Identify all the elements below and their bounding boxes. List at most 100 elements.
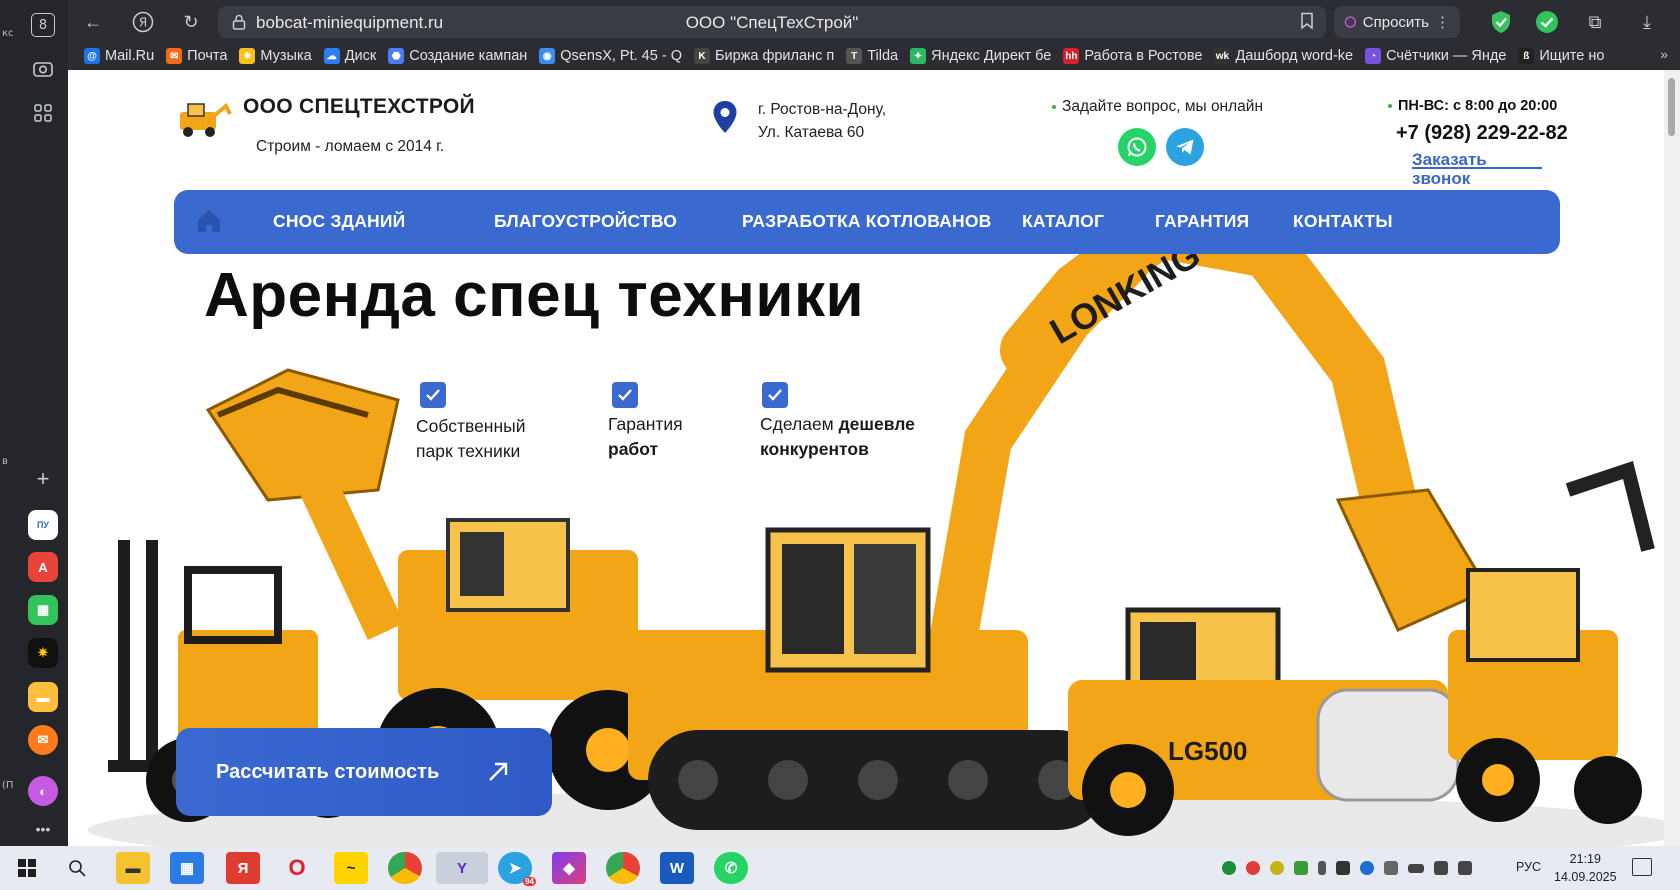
ask-alice-button[interactable]: Спросить ⋮ bbox=[1334, 6, 1460, 38]
collections-icon[interactable]: ⧉ bbox=[1582, 9, 1608, 35]
alice-icon[interactable]: ◐ bbox=[28, 776, 58, 806]
bookmark-item[interactable]: K Биржа фриланс п bbox=[690, 44, 842, 68]
widgets-icon[interactable]: ▦ bbox=[28, 595, 58, 625]
protect-shield-icon[interactable] bbox=[1488, 9, 1514, 35]
file-explorer-icon[interactable]: ▬ bbox=[116, 852, 150, 884]
nav-contacts[interactable]: КОНТАКТЫ bbox=[1293, 211, 1393, 232]
battery-icon[interactable] bbox=[1408, 863, 1424, 873]
bookmark-item[interactable]: ß Ищите но bbox=[1514, 44, 1612, 68]
back-icon[interactable]: ← bbox=[78, 8, 108, 36]
phone-number[interactable]: +7 (928) 229-22-82 bbox=[1396, 122, 1568, 145]
sidebar-app-icon[interactable]: ПУ bbox=[28, 510, 58, 540]
notifications-icon[interactable] bbox=[1632, 858, 1652, 876]
feature-3-line-1-bold: дешевле bbox=[838, 414, 915, 434]
page-title: ООО "СпецТехСтрой" bbox=[685, 13, 859, 32]
add-icon[interactable]: + bbox=[28, 464, 58, 494]
design-app-icon[interactable]: ◆ bbox=[552, 852, 586, 884]
windows-taskbar: ▬ ▦ Я O ~ Y 94 ➤ ◆ W ✆ РУС 21:19 14.09.20… bbox=[0, 846, 1680, 890]
telegram-taskbar-icon[interactable]: 94 ➤ bbox=[498, 852, 536, 886]
translate-icon[interactable]: A bbox=[28, 552, 58, 582]
windows-start-icon[interactable] bbox=[10, 852, 44, 884]
bookmark-label: Яндекс Директ бе bbox=[931, 48, 1052, 64]
main-navigation: СНОС ЗДАНИЙ БЛАГОУСТРОЙСТВО РАЗРАБОТКА К… bbox=[174, 190, 1560, 254]
wifi-icon[interactable] bbox=[1434, 861, 1448, 875]
bookmark-item[interactable]: ✉ Почта bbox=[162, 44, 235, 68]
store-icon[interactable]: ▦ bbox=[170, 852, 204, 884]
bookmark-item[interactable]: wk Дашборд word-ke bbox=[1210, 44, 1361, 68]
nav-guarantee[interactable]: ГАРАНТИЯ bbox=[1155, 211, 1249, 232]
bookmark-label: Mail.Ru bbox=[105, 48, 155, 64]
callback-line-1: Заказать bbox=[1412, 150, 1487, 169]
reload-icon[interactable]: ↻ bbox=[176, 8, 206, 36]
yandex-browser-icon[interactable]: Y bbox=[436, 852, 488, 884]
tray-app-icon[interactable] bbox=[1246, 861, 1260, 875]
tray-app-icon[interactable] bbox=[1294, 861, 1308, 875]
search-icon[interactable] bbox=[60, 852, 94, 884]
ask-button-label: Спросить bbox=[1362, 13, 1429, 31]
opera-icon[interactable]: O bbox=[280, 852, 314, 884]
telegram-badge: 94 bbox=[523, 877, 536, 886]
feature-3-line-2: конкурентов bbox=[760, 439, 869, 459]
bookmark-item[interactable]: ⬣ Создание кампан bbox=[384, 44, 535, 68]
nav-demolition[interactable]: СНОС ЗДАНИЙ bbox=[273, 211, 405, 232]
order-callback-link[interactable]: Заказать звонок bbox=[1412, 150, 1542, 188]
apps-grid-icon[interactable] bbox=[28, 98, 58, 128]
working-hours: ПН-ВС: с 8:00 до 20:00 bbox=[1388, 98, 1557, 114]
bookmark-item[interactable]: ✷ Музыка bbox=[235, 44, 319, 68]
clock[interactable]: 21:19 14.09.2025 bbox=[1554, 850, 1617, 886]
input-language[interactable]: РУС bbox=[1516, 860, 1541, 874]
bookmark-item[interactable]: T Tilda bbox=[842, 44, 906, 68]
ask-more-icon[interactable]: ⋮ bbox=[1435, 13, 1450, 31]
telegram-button[interactable] bbox=[1166, 128, 1204, 166]
bookmark-item[interactable]: @ Mail.Ru bbox=[80, 44, 162, 68]
bookmark-icon[interactable] bbox=[1300, 12, 1314, 35]
nav-landscaping[interactable]: БЛАГОУСТРОЙСТВО bbox=[494, 211, 677, 232]
yandex-home-icon[interactable]: Я bbox=[128, 8, 158, 36]
display-icon[interactable] bbox=[1384, 861, 1398, 875]
microphone-icon[interactable] bbox=[1318, 861, 1326, 875]
whatsapp-taskbar-icon[interactable]: ✆ bbox=[714, 852, 748, 884]
more-icon[interactable]: ••• bbox=[28, 814, 58, 844]
security-check-icon[interactable] bbox=[1534, 9, 1560, 35]
bookmark-item[interactable]: ☁ Диск bbox=[320, 44, 385, 68]
word-icon[interactable]: W bbox=[660, 852, 694, 884]
browser-toolbar: ← Я ↻ bobcat-miniequipment.ru ООО "СпецТ… bbox=[68, 0, 1680, 70]
bookmark-item[interactable]: ◔ Счётчики — Янде bbox=[1361, 44, 1514, 68]
whatsapp-button[interactable] bbox=[1118, 128, 1156, 166]
bookmark-label: Tilda bbox=[867, 48, 899, 64]
bookmark-favicon-icon: ⬣ bbox=[388, 48, 405, 64]
nav-catalog[interactable]: КАТАЛОГ bbox=[1022, 211, 1104, 232]
notes-icon[interactable]: ▬ bbox=[28, 682, 58, 712]
bookmark-item[interactable]: ✦ Яндекс Директ бе bbox=[906, 44, 1059, 68]
bluetooth-icon[interactable] bbox=[1360, 861, 1374, 875]
nav-excavation[interactable]: РАЗРАБОТКА КОТЛОВАНОВ bbox=[742, 211, 992, 232]
security-icon[interactable] bbox=[1336, 861, 1350, 875]
chrome-icon[interactable] bbox=[606, 852, 640, 884]
mail-icon[interactable]: ✉ bbox=[28, 725, 58, 755]
yandex-pay-icon[interactable]: ~ bbox=[334, 852, 368, 884]
home-icon[interactable] bbox=[194, 206, 224, 236]
bookmark-label: Диск bbox=[344, 48, 377, 64]
tray-app-icon[interactable] bbox=[1270, 861, 1284, 875]
tabs-counter-button[interactable]: 8 bbox=[28, 10, 58, 40]
volume-icon[interactable] bbox=[1458, 861, 1472, 875]
hero-title: Аренда спец техники bbox=[204, 261, 865, 330]
chrome-color-icon[interactable] bbox=[388, 852, 422, 884]
feature-cheaper: Сделаем дешевле конкурентов bbox=[760, 382, 915, 462]
company-name[interactable]: ООО СПЕЦТЕХСТРОЙ bbox=[243, 95, 475, 119]
address-bar[interactable]: bobcat-miniequipment.ru ООО "СпецТехСтро… bbox=[218, 6, 1326, 38]
bookmark-label: Почта bbox=[187, 48, 228, 64]
scrollbar-thumb[interactable] bbox=[1668, 78, 1675, 136]
screenshot-icon[interactable] bbox=[28, 54, 58, 84]
page-scrollbar[interactable] bbox=[1664, 70, 1680, 846]
music-icon[interactable]: ✷ bbox=[28, 638, 58, 668]
bookmarks-more-icon[interactable]: » bbox=[1660, 46, 1668, 62]
tray-app-icon[interactable] bbox=[1222, 861, 1236, 875]
calculate-cost-button[interactable]: Рассчитать стоимость bbox=[176, 728, 552, 816]
online-text: Задайте вопрос, мы онлайн bbox=[1062, 98, 1264, 115]
bookmark-item[interactable]: hh Работа в Ростове bbox=[1059, 44, 1210, 68]
bookmark-favicon-icon: @ bbox=[84, 48, 100, 64]
yandex-icon[interactable]: Я bbox=[226, 852, 260, 884]
bookmark-item[interactable]: ◉ QsensX, Pt. 45 - Q bbox=[535, 44, 690, 68]
downloads-icon[interactable]: ⤓ bbox=[1634, 9, 1660, 35]
